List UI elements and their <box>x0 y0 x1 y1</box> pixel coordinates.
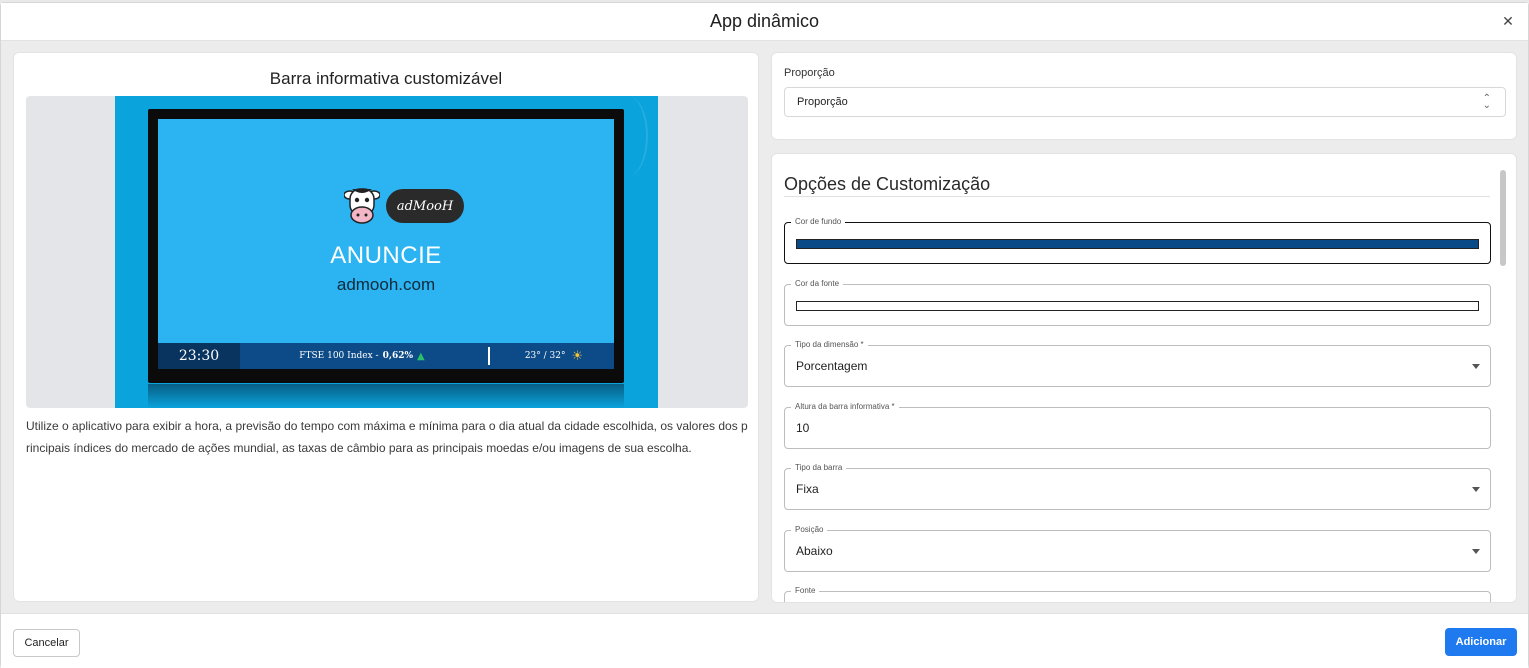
tv-reflection <box>148 384 624 408</box>
app-description: Utilize o aplicativo para exibir a hora,… <box>26 419 748 455</box>
dimension-type-select[interactable]: Tipo da dimensão * Porcentagem <box>784 340 1491 387</box>
site-text: admooh.com <box>336 275 436 294</box>
headline-text: ANUNCIE <box>330 242 442 269</box>
updown-chevron-icon: ⌃ ⌄ <box>1482 93 1491 111</box>
weather-text: 23° / 32° <box>524 351 566 361</box>
tv-screen: adMooH ANUNCIE admooh.com 23:30 FTSE 100… <box>158 119 614 369</box>
font-select[interactable]: Fonte <box>784 586 1491 602</box>
weather-sun-icon: ☀ <box>571 348 584 364</box>
dialog-footer: Cancelar Adicionar <box>1 613 1528 668</box>
divider <box>784 196 1490 197</box>
preview-image: adMooH ANUNCIE admooh.com 23:30 FTSE 100… <box>26 96 748 408</box>
dimension-type-label: Tipo da dimensão * <box>791 340 868 350</box>
bg-color-field[interactable]: Cor de fundo <box>784 217 1491 264</box>
caret-down-icon <box>1472 549 1480 554</box>
position-value: Abaixo <box>796 544 833 558</box>
customization-title: Opções de Customização <box>784 174 991 194</box>
preview-title: Barra informativa customizável <box>269 69 503 88</box>
cancel-button[interactable]: Cancelar <box>13 629 80 657</box>
bar-separator <box>488 347 490 365</box>
font-label: Fonte <box>791 586 820 596</box>
cow-icon <box>344 188 380 224</box>
scrollbar-thumb[interactable] <box>1500 170 1506 266</box>
bar-height-input[interactable]: Altura da barra informativa * 10 <box>784 402 1491 449</box>
index-name: FTSE 100 Index - <box>299 351 379 361</box>
preview-card: Barra informativa customizável adMooH AN… <box>13 52 759 602</box>
caret-down-icon <box>1472 487 1480 492</box>
bar-weather: 23° / 32° ☀ <box>494 349 614 364</box>
proportion-card: Proporção Proporção ⌃ ⌄ <box>771 52 1517 140</box>
proportion-label: Proporção <box>784 67 835 79</box>
font-color-swatch[interactable] <box>796 301 1479 311</box>
bar-clock: 23:30 <box>158 343 240 369</box>
caret-down-icon <box>1472 364 1480 369</box>
proportion-select[interactable]: Proporção ⌃ ⌄ <box>784 87 1506 117</box>
arrow-up-icon: ▲ <box>417 350 425 362</box>
info-bar: 23:30 FTSE 100 Index - 0,62% ▲ 23° / 32°… <box>158 343 614 369</box>
dialog-title: App dinâmico <box>709 11 820 31</box>
position-label: Posição <box>791 525 828 535</box>
add-button[interactable]: Adicionar <box>1445 628 1517 656</box>
bar-height-label: Altura da barra informativa * <box>791 402 899 412</box>
bar-type-value: Fixa <box>796 482 819 496</box>
position-select[interactable]: Posição Abaixo <box>784 525 1491 572</box>
dimension-type-value: Porcentagem <box>796 359 868 373</box>
bg-color-label: Cor de fundo <box>791 217 846 227</box>
bar-height-value: 10 <box>796 421 810 435</box>
dialog-header: App dinâmico ✕ <box>1 3 1528 41</box>
tv-frame: adMooH ANUNCIE admooh.com 23:30 FTSE 100… <box>148 109 624 383</box>
close-icon[interactable]: ✕ <box>1500 13 1516 29</box>
proportion-value: Proporção <box>797 96 848 108</box>
index-value: 0,62% <box>382 351 414 361</box>
app-dialog: App dinâmico ✕ Barra informativa customi… <box>0 2 1529 668</box>
bar-index: FTSE 100 Index - 0,62% ▲ <box>240 351 484 362</box>
font-color-label: Cor da fonte <box>791 279 844 289</box>
font-color-field[interactable]: Cor da fonte <box>784 279 1491 326</box>
admooh-logo: adMooH <box>328 185 468 231</box>
bar-type-select[interactable]: Tipo da barra Fixa <box>784 463 1491 510</box>
logo-bubble: adMooH <box>386 189 464 223</box>
bg-color-swatch[interactable] <box>796 239 1479 249</box>
customization-card: Opções de Customização Cor de fundo Cor … <box>771 153 1517 603</box>
bar-type-label: Tipo da barra <box>791 463 847 473</box>
